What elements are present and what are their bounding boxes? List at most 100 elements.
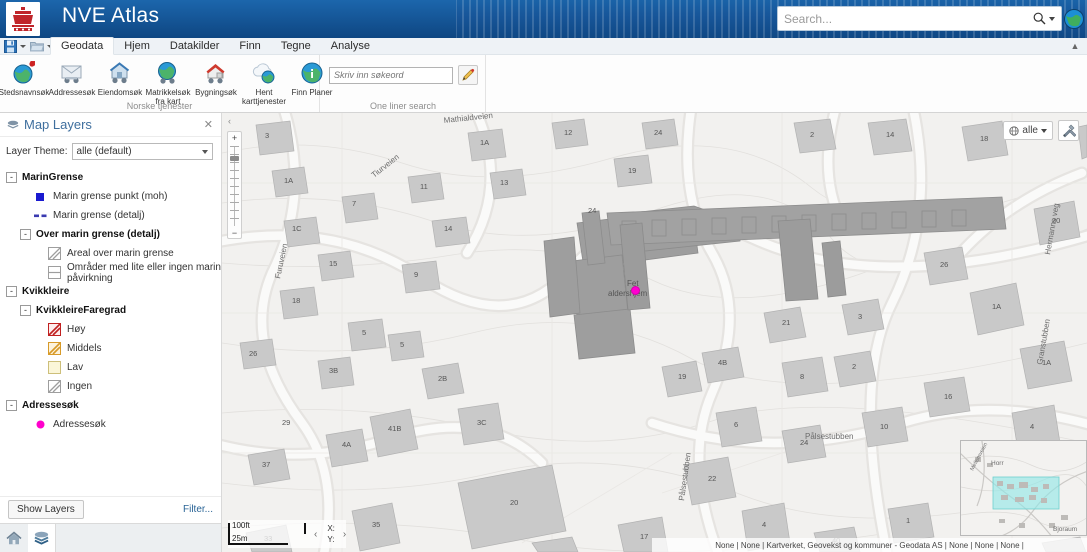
basemap-selector[interactable]: alle [1003, 121, 1053, 140]
layer-swatch-hatch-orange [48, 342, 61, 355]
panel-header: Map Layers ✕ [0, 113, 221, 137]
globe-icon[interactable] [1061, 0, 1087, 38]
svg-text:22: 22 [708, 474, 716, 483]
panel-footer: Show Layers Filter... [0, 496, 221, 522]
svg-text:2B: 2B [438, 374, 447, 383]
svg-text:5: 5 [362, 328, 366, 337]
layer-theme-value: alle (default) [76, 146, 132, 157]
tab-analyse[interactable]: Analyse [321, 38, 380, 55]
house-red-icon [203, 59, 229, 87]
tree-toggle-icon[interactable]: - [6, 400, 17, 411]
taskbar-home-button[interactable] [0, 524, 28, 552]
tab-geodata[interactable]: Geodata [50, 37, 115, 55]
layer-item-row[interactable]: Marin grense (detalj) [2, 206, 221, 225]
ribbon-group-buttons: Stedsnavnsøk Addressesøk Eiendomsøk Matr… [0, 55, 332, 106]
layer-swatch-dashed-blue [34, 209, 47, 222]
nve-crest-logo [6, 2, 40, 36]
zoom-slider[interactable]: + − [227, 131, 242, 239]
button-eiendomsok[interactable]: Eiendomsøk [96, 57, 144, 97]
mailbox-icon [59, 59, 85, 87]
map-place-label-aldershjem: aldershjem [608, 289, 648, 298]
chevron-up-icon[interactable]: ▲ [1069, 40, 1081, 52]
layer-theme-select[interactable]: alle (default) [71, 143, 213, 160]
layer-item-row[interactable]: Middels [2, 339, 221, 358]
tab-datakilder[interactable]: Datakilder [160, 38, 230, 55]
tree-toggle-icon[interactable]: - [6, 172, 17, 183]
filter-link[interactable]: Filter... [183, 504, 213, 515]
tab-tegne[interactable]: Tegne [271, 38, 321, 55]
zoom-track[interactable] [230, 146, 239, 226]
layer-group-row[interactable]: - Adressesøk [2, 396, 221, 415]
zoom-handle[interactable] [230, 156, 239, 161]
tab-hjem[interactable]: Hjem [114, 38, 160, 55]
svg-text:3: 3 [858, 312, 862, 321]
caret-down-icon [1041, 128, 1047, 133]
layer-item-row[interactable]: Områder med lite eller ingen marin påvir… [2, 262, 221, 284]
one-liner-search-input[interactable] [329, 66, 453, 84]
layer-label: Lav [67, 362, 84, 373]
button-stedsnavnsok[interactable]: Stedsnavnsøk [0, 57, 49, 97]
tree-toggle-icon[interactable]: - [6, 286, 17, 297]
button-label: Addressesøk [48, 88, 96, 97]
button-bygningsok[interactable]: Bygningsøk [192, 57, 240, 97]
layer-label: Adressesøk [22, 400, 79, 411]
save-icon[interactable] [2, 39, 18, 54]
coordinate-readout: X: Y: [327, 523, 335, 545]
taskbar-layers-button[interactable] [28, 523, 56, 552]
svg-text:5: 5 [400, 340, 404, 349]
layers-icon [34, 531, 49, 545]
scale-bar: 100ft 25m [228, 521, 306, 547]
chevron-right-icon[interactable]: › [343, 529, 346, 540]
layer-label: Adressesøk [53, 419, 106, 430]
search-button[interactable] [1027, 7, 1061, 30]
layers-panel-icon [6, 120, 20, 130]
button-hent-karttjenester[interactable]: Hent karttjenester [240, 57, 288, 106]
overview-map-render: Horr Bjoraum Mellomveien [961, 441, 1086, 535]
search-input[interactable] [778, 7, 1027, 30]
layer-group-row[interactable]: - MarinGrense [2, 168, 221, 187]
map-canvas[interactable]: 3 1C 7 18 15 26 3B 5 9 14 11 13 1A 12 41B 4A 2B 3C 3… [222, 113, 1087, 552]
layer-item-row[interactable]: Areal over marin grense [2, 244, 221, 263]
svg-text:3: 3 [265, 131, 269, 140]
layer-label: Høy [67, 324, 86, 335]
svg-text:15: 15 [329, 259, 337, 268]
layer-group-row[interactable]: - Kvikkleire [2, 282, 221, 301]
ribbon-group-label: One liner search [369, 101, 437, 111]
svg-text:10: 10 [880, 422, 888, 431]
one-liner-search-row [321, 55, 485, 85]
chevron-left-icon[interactable]: ‹ [314, 529, 317, 540]
tab-finn[interactable]: Finn [229, 38, 270, 55]
overview-map[interactable]: Horr Bjoraum Mellomveien [960, 440, 1087, 536]
globe-icon [1009, 125, 1020, 136]
layer-label: Over marin grense (detalj) [36, 229, 160, 240]
map-layers-panel: Map Layers ✕ Layer Theme: alle (default)… [0, 113, 222, 552]
layer-item-row[interactable]: Marin grense punkt (moh) [2, 187, 221, 206]
show-layers-button[interactable]: Show Layers [8, 500, 84, 519]
layer-item-row[interactable]: Adressesøk [2, 415, 221, 434]
svg-text:4: 4 [1030, 422, 1034, 431]
plus-icon[interactable]: + [232, 134, 237, 143]
svg-text:14: 14 [444, 224, 452, 233]
layer-item-row[interactable]: Lav [2, 358, 221, 377]
button-addressesok[interactable]: Addressesøk [48, 57, 96, 97]
tree-toggle-icon[interactable]: - [20, 229, 31, 240]
coord-y-label: Y: [327, 535, 335, 544]
save-dropdown-caret[interactable] [18, 39, 27, 54]
map-tools-button[interactable] [1058, 120, 1079, 141]
tree-toggle-icon[interactable]: - [20, 305, 31, 316]
location-marker[interactable] [631, 286, 640, 295]
close-icon[interactable]: ✕ [202, 118, 215, 131]
minus-icon[interactable]: − [232, 229, 237, 238]
svg-text:1A: 1A [284, 176, 293, 185]
layer-item-row[interactable]: Høy [2, 320, 221, 339]
global-search[interactable] [777, 6, 1062, 31]
layer-group-row[interactable]: - Over marin grense (detalj) [2, 225, 221, 244]
folder-open-icon[interactable] [29, 39, 45, 54]
map-pan-collapse-arrow[interactable]: ‹ [228, 116, 231, 126]
svg-text:13: 13 [500, 178, 508, 187]
layer-item-row[interactable]: Ingen [2, 377, 221, 396]
button-matrikkelsok-fra-kart[interactable]: Matrikkelsøk fra kart [144, 57, 192, 106]
layer-group-row[interactable]: - KvikkleireFaregrad [2, 301, 221, 320]
svg-text:21: 21 [782, 318, 790, 327]
pencil-edit-button[interactable] [458, 65, 478, 85]
